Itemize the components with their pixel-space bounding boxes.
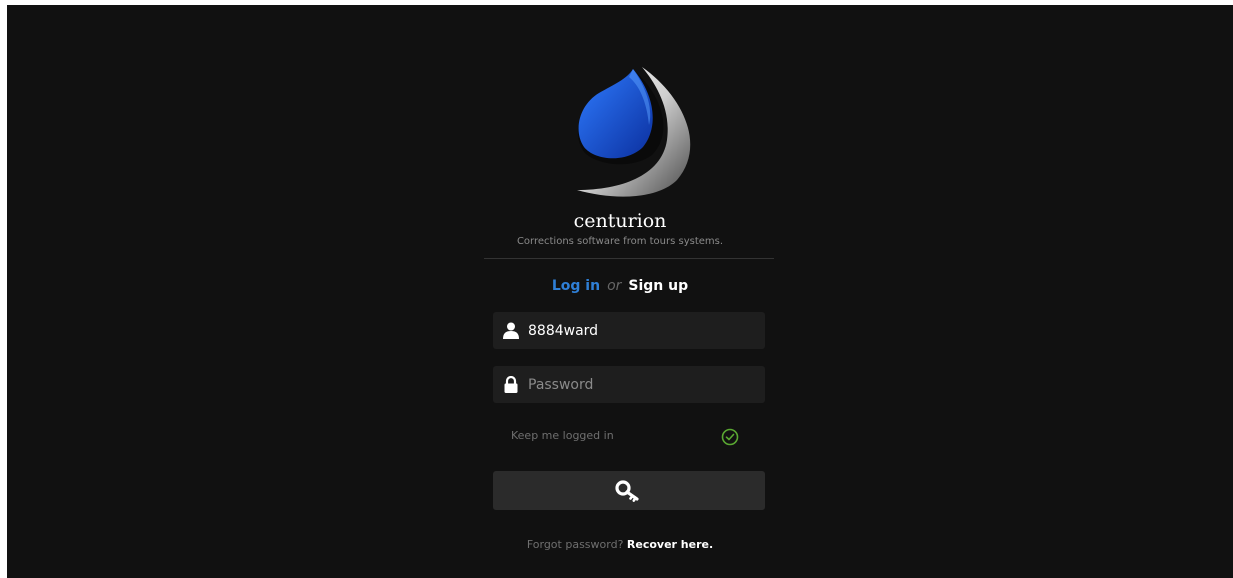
brand-tagline: Corrections software from tours systems. <box>516 236 724 247</box>
forgot-password: Forgot password? Recover here. <box>7 538 1233 551</box>
forgot-password-text: Forgot password? <box>526 538 624 551</box>
brand-name: centurion <box>573 210 667 232</box>
user-icon <box>503 322 519 339</box>
username-input[interactable] <box>528 312 753 349</box>
signup-tab[interactable]: Sign up <box>628 278 688 294</box>
key-icon <box>615 480 639 502</box>
login-button[interactable] <box>493 471 765 510</box>
recover-link[interactable]: Recover here. <box>627 538 713 551</box>
keep-logged-in-label: Keep me logged in <box>511 429 614 442</box>
or-separator: or <box>607 278 622 294</box>
username-field[interactable] <box>493 312 765 349</box>
login-tab[interactable]: Log in <box>552 278 600 294</box>
login-screen: centurion Corrections software from tour… <box>7 5 1233 578</box>
divider <box>484 258 774 259</box>
password-input[interactable] <box>528 366 753 403</box>
lock-icon <box>504 376 518 393</box>
auth-toggle: Log in or Sign up <box>7 278 1233 294</box>
centurion-logo <box>577 67 691 197</box>
check-circle-icon[interactable] <box>721 428 739 446</box>
password-field[interactable] <box>493 366 765 403</box>
